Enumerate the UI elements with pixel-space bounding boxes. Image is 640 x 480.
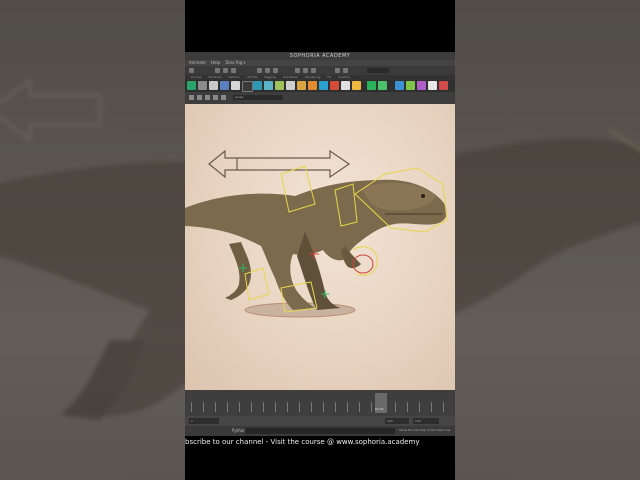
snap-point-icon[interactable] (311, 68, 316, 73)
time-slider[interactable]: 60.00 (185, 390, 455, 416)
ipr-render-icon[interactable] (343, 68, 348, 73)
key-tool-icon[interactable] (187, 81, 196, 90)
menu-item-help[interactable]: Help (211, 60, 220, 65)
tab-deform[interactable]: Deform (228, 75, 239, 79)
constraint-icon[interactable] (264, 81, 273, 90)
snap-grid-icon[interactable] (295, 68, 300, 73)
range-start-field[interactable]: 1 (189, 418, 219, 424)
joint-tool-icon[interactable] (242, 81, 253, 92)
range-end-field[interactable]: 120 (385, 418, 409, 424)
menu-item-dino-rigs[interactable]: Dino Rig's (225, 60, 245, 65)
set-key-icon[interactable] (275, 81, 284, 90)
tab-rendering[interactable]: Rendering (305, 75, 320, 79)
tween-icon[interactable] (428, 81, 437, 90)
bookmark-icon[interactable] (197, 95, 202, 100)
app-window: SOPHORIA ACADEMY Animate Help Dino Rig's… (185, 0, 455, 480)
viewport-panel-toolbar: persp (185, 92, 455, 104)
tab-rigging[interactable]: Rigging (264, 75, 275, 79)
trax-editor-icon[interactable] (220, 81, 229, 90)
image-plane-icon[interactable] (205, 95, 210, 100)
status-line-toolbar (185, 66, 455, 75)
playblast-icon[interactable] (319, 81, 328, 90)
mode-select-icon[interactable] (189, 68, 194, 73)
key-all-icon[interactable] (417, 81, 426, 90)
direction-arrow-graphic (208, 149, 351, 179)
pose-library-icon[interactable] (367, 81, 376, 90)
tab-uv-edit[interactable]: UV Edit (246, 75, 257, 79)
tab-surfaces[interactable]: Surfaces (208, 75, 221, 79)
command-line: Python Show the CG help in the Help Line (185, 426, 455, 436)
motion-trail-icon[interactable] (297, 81, 306, 90)
help-line: Show the CG help in the Help Line (399, 428, 451, 432)
reset-pose-icon[interactable] (395, 81, 404, 90)
tab-custom[interactable]: Custom (338, 75, 350, 79)
script-icon[interactable] (341, 81, 350, 90)
mirror-pose-icon[interactable] (378, 81, 387, 90)
camera-name-field[interactable]: persp (233, 95, 283, 100)
grid-toggle-icon[interactable] (213, 95, 218, 100)
breakdown-icon[interactable] (286, 81, 295, 90)
video-caption: bscribe to our channel - Visit the cours… (185, 438, 420, 446)
tab-animation[interactable]: Animation (283, 75, 298, 79)
current-frame-label: 60.00 (375, 407, 384, 411)
tab-curves[interactable]: Curves (191, 75, 201, 79)
ik-handle-icon[interactable] (253, 81, 262, 90)
renderer-dropdown[interactable] (367, 68, 389, 73)
wireframe-toggle-icon[interactable] (221, 95, 226, 100)
select-by-object-icon[interactable] (265, 68, 270, 73)
select-by-hierarchy-icon[interactable] (257, 68, 262, 73)
dinosaur-body (185, 179, 447, 310)
select-camera-icon[interactable] (189, 95, 194, 100)
new-scene-icon[interactable] (215, 68, 220, 73)
ghost-icon[interactable] (308, 81, 317, 90)
selection-set-icon[interactable] (352, 81, 361, 90)
menu-item-animate[interactable]: Animate (189, 60, 206, 65)
playback-end-field[interactable]: 120 (413, 418, 439, 424)
render-frame-icon[interactable] (335, 68, 340, 73)
select-by-component-icon[interactable] (273, 68, 278, 73)
delete-key-icon[interactable] (439, 81, 448, 90)
skin-tool-icon[interactable] (231, 81, 240, 90)
command-input[interactable] (245, 428, 395, 434)
dinosaur-scene (185, 149, 448, 318)
tab-fx[interactable]: FX (327, 75, 331, 79)
shelf-icons (185, 80, 455, 92)
window-title: SOPHORIA ACADEMY (185, 52, 455, 60)
select-all-controls-icon[interactable] (406, 81, 415, 90)
dope-sheet-icon[interactable] (209, 81, 218, 90)
snap-curve-icon[interactable] (303, 68, 308, 73)
range-slider[interactable]: 1 120 120 (185, 416, 455, 426)
record-icon[interactable] (330, 81, 339, 90)
command-language-label[interactable]: Python (232, 428, 246, 433)
open-scene-icon[interactable] (223, 68, 228, 73)
graph-editor-icon[interactable] (198, 81, 207, 90)
3d-viewport[interactable] (185, 104, 455, 390)
save-scene-icon[interactable] (231, 68, 236, 73)
